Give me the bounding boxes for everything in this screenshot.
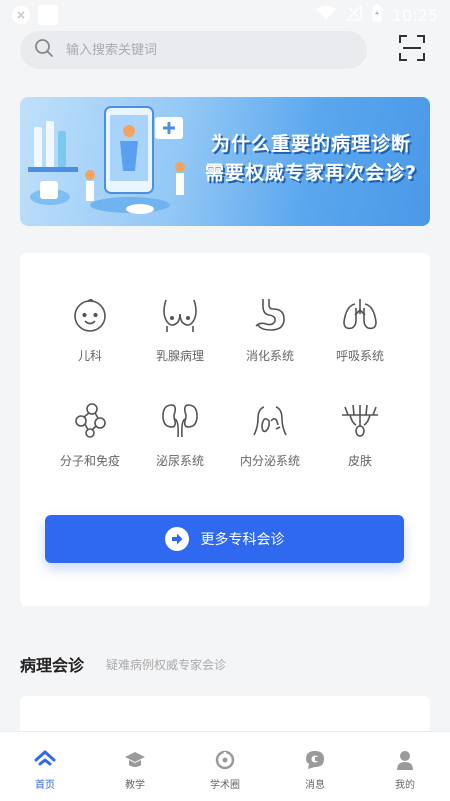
- scan-button[interactable]: [397, 35, 427, 65]
- nav-label: 首页: [35, 780, 55, 791]
- category-label: 泌尿系统: [155, 454, 204, 468]
- circle-icon: [214, 749, 236, 771]
- app-notification-icon: [38, 5, 58, 25]
- skin-hair-icon: [338, 398, 382, 442]
- banner-title: 为什么重要的病理诊断 需要权威专家再次会诊?: [202, 130, 420, 188]
- search-icon: [34, 38, 54, 62]
- category-label: 皮肤: [347, 454, 372, 468]
- nav-label: 我的: [395, 780, 415, 791]
- kidneys-icon: [158, 398, 202, 442]
- thyroid-icon: [248, 398, 292, 442]
- more-specialty-button[interactable]: 更多专科会诊: [45, 515, 404, 563]
- banner-title-line2: 需要权威专家再次会诊?: [204, 162, 418, 184]
- category-label: 乳腺病理: [155, 349, 204, 363]
- banner-illustration: [28, 106, 185, 214]
- nav-teaching[interactable]: 教学: [90, 732, 180, 801]
- nav-label: 消息: [305, 780, 325, 791]
- more-button-label: 更多专科会诊: [200, 532, 285, 548]
- nav-home[interactable]: 首页: [0, 732, 90, 801]
- breast-icon: [158, 293, 202, 337]
- molecule-icon: [68, 398, 112, 442]
- search-input[interactable]: [66, 42, 316, 58]
- bottom-nav: 首页 教学 学术圈 消息 我的: [0, 731, 450, 801]
- promo-banner[interactable]: 为什么重要的病理诊断 需要权威专家再次会诊?: [20, 97, 430, 226]
- scan-icon: [399, 35, 425, 65]
- battery-icon: [372, 4, 382, 26]
- no-signal-icon: [345, 4, 362, 25]
- category-label: 分子和免疫: [59, 454, 120, 468]
- consult-list-card: [20, 696, 430, 736]
- baby-face-icon: [68, 293, 112, 337]
- notification-icon: [12, 6, 30, 24]
- graduation-cap-icon: [124, 749, 146, 771]
- home-icon: [34, 749, 56, 771]
- category-endocrine[interactable]: 内分泌系统: [225, 398, 315, 469]
- nav-academic[interactable]: 学术圈: [180, 732, 270, 801]
- specialty-grid: 儿科 乳腺病理 消化系统 呼吸系统 分子和免疫 泌尿系统 内分泌系统 皮肤: [45, 293, 405, 469]
- status-time: 10:25: [391, 5, 438, 25]
- nav-profile[interactable]: 我的: [360, 732, 450, 801]
- category-respiratory[interactable]: 呼吸系统: [315, 293, 405, 364]
- nav-messages[interactable]: 消息: [270, 732, 360, 801]
- arrow-right-circle-icon: [164, 527, 189, 551]
- nav-label: 学术圈: [210, 780, 240, 791]
- category-label: 儿科: [77, 349, 102, 363]
- nav-label: 教学: [125, 780, 145, 791]
- section-title: 病理会诊: [20, 656, 85, 675]
- stomach-icon: [248, 293, 292, 337]
- lungs-icon: [338, 293, 382, 337]
- category-pediatrics[interactable]: 儿科: [45, 293, 135, 364]
- category-skin[interactable]: 皮肤: [315, 398, 405, 469]
- section-subtitle: 疑难病例权威专家会诊: [106, 658, 227, 672]
- banner-title-line1: 为什么重要的病理诊断: [210, 133, 411, 155]
- category-label: 呼吸系统: [335, 349, 384, 363]
- user-icon: [394, 749, 416, 771]
- category-digestive[interactable]: 消化系统: [225, 293, 315, 364]
- category-urinary[interactable]: 泌尿系统: [135, 398, 225, 469]
- specialty-card: 儿科 乳腺病理 消化系统 呼吸系统 分子和免疫 泌尿系统 内分泌系统 皮肤 更多…: [20, 253, 430, 606]
- category-label: 消化系统: [245, 349, 294, 363]
- category-label: 内分泌系统: [239, 454, 300, 468]
- status-bar: 10:25: [0, 0, 450, 30]
- wifi-icon: [315, 5, 336, 25]
- message-icon: [304, 749, 326, 771]
- search-bar[interactable]: [20, 31, 367, 69]
- category-molecular[interactable]: 分子和免疫: [45, 398, 135, 469]
- category-breast[interactable]: 乳腺病理: [135, 293, 225, 364]
